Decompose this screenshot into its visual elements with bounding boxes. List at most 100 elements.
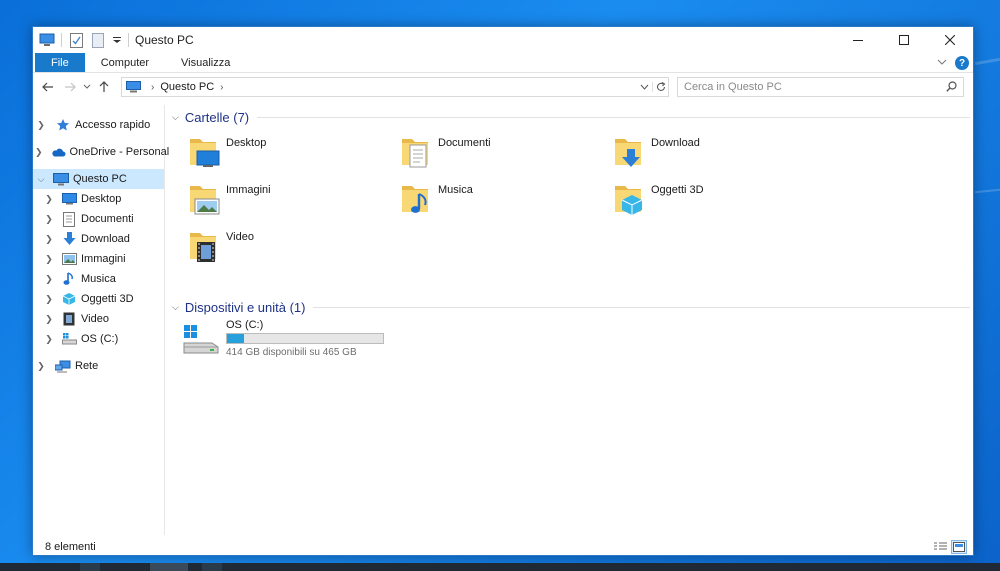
expand-chevron-icon[interactable]: ❯ — [43, 294, 55, 305]
taskbar-app-icon[interactable] — [80, 563, 100, 571]
status-bar: 8 elementi — [33, 537, 973, 557]
sidebar-item-label: OS (C:) — [81, 333, 119, 345]
up-button[interactable] — [93, 76, 115, 98]
drive-usage-fill — [227, 334, 245, 343]
breadcrumb-separator-icon[interactable]: › — [220, 82, 223, 93]
search-box[interactable] — [677, 77, 964, 97]
star-icon — [55, 117, 71, 133]
forward-button[interactable] — [59, 76, 81, 98]
desktop-folder-icon — [190, 139, 220, 167]
sidebar-item-label: Oggetti 3D — [81, 293, 134, 305]
sidebar-item-quick-access[interactable]: ❯ Accesso rapido — [33, 115, 164, 135]
expand-chevron-icon[interactable]: ❯ — [35, 147, 43, 158]
drive-label: OS (C:) — [226, 319, 264, 331]
expand-chevron-icon[interactable]: ❯ — [43, 234, 55, 245]
sidebar-item-video[interactable]: ❯ Video — [33, 309, 164, 329]
details-view-icon[interactable] — [932, 540, 948, 554]
folder-label: Video — [226, 231, 254, 243]
drive-tile-os[interactable]: OS (C:) 414 GB disponibili su 465 GB — [182, 319, 384, 359]
sidebar-item-download[interactable]: ❯ Download — [33, 229, 164, 249]
documents-folder-icon — [402, 139, 428, 168]
collapse-chevron-icon[interactable]: ⌵ — [172, 112, 179, 123]
folder-tile-desktop[interactable]: Desktop — [186, 131, 266, 175]
search-icon[interactable] — [946, 81, 957, 95]
sidebar-item-label: Questo PC — [73, 173, 127, 185]
expand-chevron-icon[interactable]: ❯ — [35, 361, 47, 372]
navigation-bar: › Questo PC › — [33, 74, 973, 100]
folder-tile-documents[interactable]: Documenti — [398, 131, 491, 175]
search-input[interactable] — [684, 81, 934, 93]
expand-chevron-icon[interactable]: ❯ — [43, 214, 55, 225]
properties-icon[interactable] — [68, 32, 84, 48]
folders-group-header[interactable]: ⌵ Cartelle (7) — [172, 107, 970, 127]
toolbar-separator — [128, 33, 129, 47]
sidebar-item-desktop[interactable]: ❯ Desktop — [33, 189, 164, 209]
minimize-button[interactable] — [835, 27, 881, 53]
address-bar[interactable]: › Questo PC › — [121, 77, 669, 97]
collapse-chevron-icon[interactable]: ⌵ — [35, 174, 47, 185]
taskbar-app-icon[interactable] — [202, 563, 222, 571]
address-history-chevron-icon[interactable] — [636, 84, 652, 90]
folder-tile-3d-objects[interactable]: Oggetti 3D — [611, 178, 704, 222]
folder-tile-pictures[interactable]: Immagini — [186, 178, 271, 222]
large-icons-view-icon[interactable] — [951, 540, 967, 554]
expand-chevron-icon[interactable]: ❯ — [43, 194, 55, 205]
sidebar-item-documents[interactable]: ❯ Documenti — [33, 209, 164, 229]
collapse-chevron-icon[interactable]: ⌵ — [172, 302, 179, 313]
sidebar-item-label: Download — [81, 233, 130, 245]
folder-tile-music[interactable]: Musica — [398, 178, 473, 222]
sidebar-item-this-pc[interactable]: ⌵ Questo PC — [33, 169, 164, 189]
customize-toolbar-chevron-icon[interactable] — [112, 32, 122, 48]
objects3d-icon — [61, 291, 77, 307]
folder-tile-download[interactable]: Download — [611, 131, 700, 175]
sidebar-item-3d-objects[interactable]: ❯ Oggetti 3D — [33, 289, 164, 309]
wallpaper-light-ray — [974, 57, 1000, 66]
group-title: Dispositivi e unità (1) — [184, 299, 306, 315]
view-switcher — [929, 540, 967, 554]
breadcrumb-item[interactable]: Questo PC — [160, 81, 214, 93]
cloud-icon — [51, 144, 66, 160]
tab-computer[interactable]: Computer — [85, 53, 165, 72]
expand-chevron-icon[interactable]: ❯ — [43, 254, 55, 265]
sidebar-item-network[interactable]: ❯ Rete — [33, 356, 164, 376]
pc-icon — [53, 171, 69, 187]
pc-icon[interactable] — [39, 32, 55, 48]
back-button[interactable] — [37, 76, 59, 98]
group-divider — [313, 306, 970, 308]
sidebar-item-onedrive[interactable]: ❯ OneDrive - Personal — [33, 142, 169, 162]
taskbar-app-icon[interactable] — [150, 563, 188, 571]
sidebar-item-label: Immagini — [81, 253, 126, 265]
expand-chevron-icon[interactable]: ❯ — [43, 274, 55, 285]
folder-label: Download — [651, 137, 700, 149]
video-folder-icon — [190, 233, 216, 262]
recent-locations-chevron-icon[interactable] — [81, 76, 93, 98]
breadcrumb-separator-icon[interactable]: › — [151, 82, 154, 93]
network-icon — [55, 358, 71, 374]
close-button[interactable] — [927, 27, 973, 53]
tab-view[interactable]: Visualizza — [165, 53, 246, 72]
tab-file[interactable]: File — [35, 53, 85, 72]
navigation-pane: ❯ Accesso rapido ❯ OneDrive - Personal ⌵… — [33, 105, 169, 535]
sidebar-item-music[interactable]: ❯ Musica — [33, 269, 164, 289]
window-controls — [835, 27, 973, 53]
devices-group-header[interactable]: ⌵ Dispositivi e unità (1) — [172, 297, 970, 317]
expand-ribbon-chevron-icon[interactable] — [937, 57, 947, 69]
expand-chevron-icon[interactable]: ❯ — [35, 120, 47, 131]
new-folder-icon[interactable] — [90, 32, 106, 48]
file-explorer-window: Questo PC File Computer Visualizza ? › Q… — [32, 26, 974, 556]
refresh-icon[interactable] — [652, 82, 668, 92]
ribbon-right-controls: ? — [937, 55, 969, 71]
sidebar-item-os-drive[interactable]: ❯ OS (C:) — [33, 329, 164, 349]
folder-label: Musica — [438, 184, 473, 196]
sidebar-item-label: Accesso rapido — [75, 119, 151, 131]
expand-chevron-icon[interactable]: ❯ — [43, 334, 55, 345]
help-icon[interactable]: ? — [955, 56, 969, 70]
folder-tile-video[interactable]: Video — [186, 225, 254, 269]
video-icon — [61, 311, 77, 327]
sidebar-item-pictures[interactable]: ❯ Immagini — [33, 249, 164, 269]
maximize-button[interactable] — [881, 27, 927, 53]
folder-label: Oggetti 3D — [651, 184, 704, 196]
expand-chevron-icon[interactable]: ❯ — [43, 314, 55, 325]
folder-label: Desktop — [226, 137, 267, 149]
sidebar-item-label: Video — [81, 313, 109, 325]
